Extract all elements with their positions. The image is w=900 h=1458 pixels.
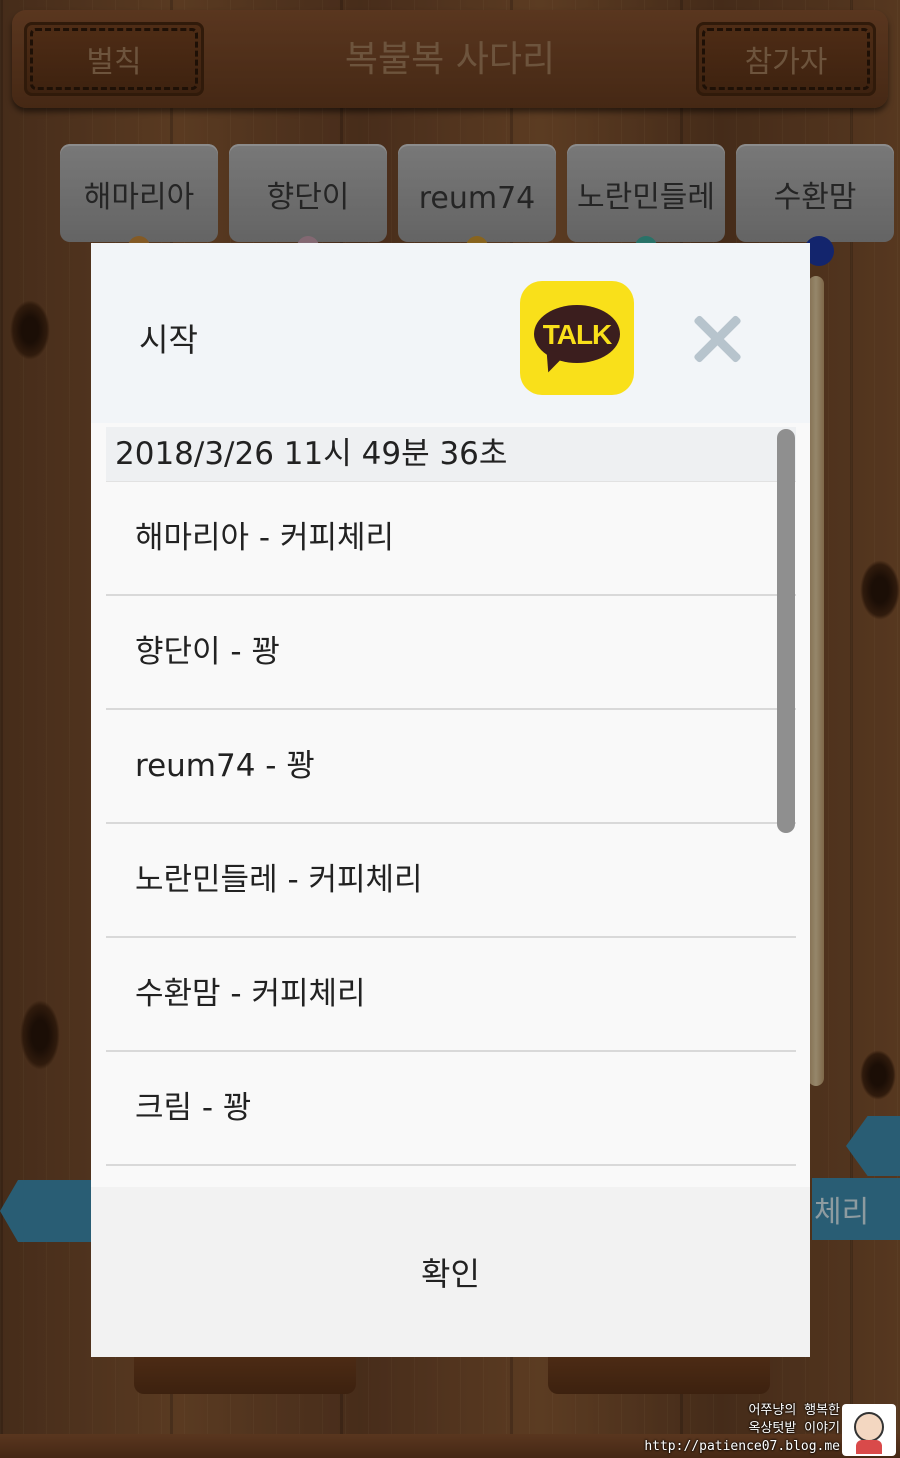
kakaotalk-share-icon[interactable]: TALK [520,281,634,395]
list-item: reum74 - 꽝 [106,710,796,824]
watermark-line: 옥상텃밭 이야기 [748,1421,840,1436]
avatar-face-icon [854,1412,884,1442]
talk-icon-label: TALK [542,319,613,350]
list-item: 노란민들레 - 커피체리 [106,824,796,938]
dialog-footer: 확인 [91,1187,810,1357]
result-timestamp: 2018/3/26 11시 49분 36초 [106,427,796,482]
list-item: 향단이 - 꽝 [106,596,796,710]
list-item: 해마리아 - 커피체리 [106,482,796,596]
watermark-avatar [842,1404,896,1456]
dialog-title: 시작 [139,321,198,359]
dialog-header: 시작 TALK [91,243,810,423]
close-icon[interactable] [691,313,743,365]
watermark-line: http://patience07.blog.me [644,1439,840,1454]
watermark-text: 어쭈냥의 행복한 옥상텃밭 이야기 http://patience07.blog… [640,1402,840,1456]
avatar-body-icon [856,1440,882,1454]
confirm-button[interactable]: 확인 [91,1187,810,1357]
list-item: 수환맘 - 커피체리 [106,938,796,1052]
list-item: 크림 - 꽝 [106,1052,796,1166]
watermark-line: 어쭈냥의 행복한 [748,1403,840,1418]
result-list[interactable]: 2018/3/26 11시 49분 36초 해마리아 - 커피체리 향단이 - … [106,427,796,1187]
result-dialog: 시작 TALK 2018/3/26 11시 49분 36초 해마리아 - 커피체… [91,243,810,1357]
list-scrollbar[interactable] [777,429,795,833]
